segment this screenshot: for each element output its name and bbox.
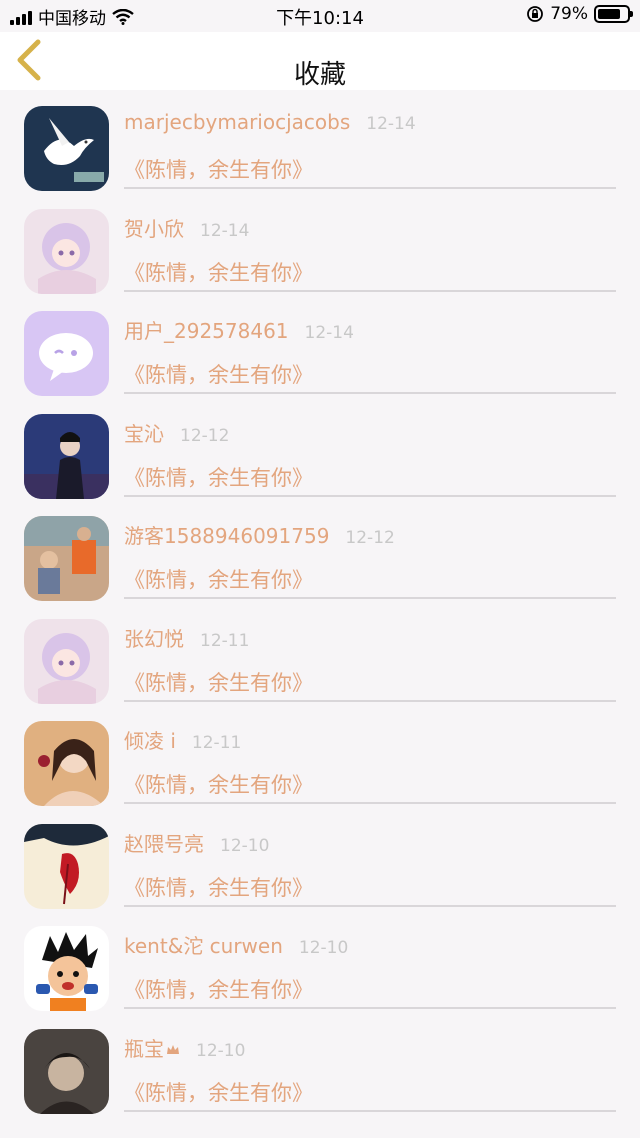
username-text: kent&沱 curwen xyxy=(124,934,283,958)
favorite-date: 12-10 xyxy=(196,1040,246,1061)
username[interactable]: kent&沱 curwen 12-10 xyxy=(124,930,348,959)
username[interactable]: 倾凌 i 12-11 xyxy=(124,725,241,754)
username[interactable]: 游客1588946091759 12-12 xyxy=(124,520,395,549)
cartoon-boy-avatar[interactable] xyxy=(24,926,109,1011)
username-text: 贺小欣 xyxy=(124,216,184,241)
favorite-item[interactable]: 贺小欣 12-14 《陈情，余生有你》 xyxy=(0,205,640,307)
children-photo-avatar[interactable] xyxy=(24,516,109,601)
username-text: 宝沁 xyxy=(124,421,164,446)
book-title-link[interactable]: 《陈情，余生有你》 xyxy=(124,974,313,1004)
battery-icon xyxy=(594,5,633,23)
favorite-item[interactable]: 瓶宝 12-10 《陈情，余生有你》 xyxy=(0,1025,640,1127)
nav-bar: 收藏 xyxy=(0,32,640,90)
username-text: 赵隈号亮 xyxy=(124,831,204,856)
username[interactable]: 张幻悦 12-11 xyxy=(124,623,249,652)
favorite-item[interactable]: marjecbymariocjacobs 12-14 《陈情，余生有你》 xyxy=(0,102,640,204)
book-title-link[interactable]: 《陈情，余生有你》 xyxy=(124,257,313,287)
anime-girl-avatar[interactable] xyxy=(24,208,109,294)
favorite-item[interactable]: 张幻悦 12-11 《陈情，余生有你》 xyxy=(0,615,640,717)
username-text: marjecbymariocjacobs xyxy=(124,110,351,134)
book-title-link[interactable]: 《陈情，余生有你》 xyxy=(124,1077,313,1107)
dark-portrait-avatar[interactable] xyxy=(24,1028,109,1114)
divider xyxy=(124,802,616,804)
favorite-date: 12-12 xyxy=(345,528,395,548)
divider xyxy=(124,494,616,497)
page-title: 收藏 xyxy=(293,60,346,90)
divider xyxy=(124,597,616,599)
book-title-link[interactable]: 《陈情，余生有你》 xyxy=(124,359,313,389)
battery-percent: 79% xyxy=(550,4,588,24)
divider xyxy=(124,187,616,189)
girl-photo-avatar[interactable] xyxy=(24,721,109,806)
favorite-item[interactable]: 用户_292578461 12-14 《陈情，余生有你》 xyxy=(0,307,640,409)
book-title-link[interactable]: 《陈情，余生有你》 xyxy=(124,564,313,594)
username[interactable]: 宝沁 12-12 xyxy=(124,418,229,447)
book-title-link[interactable]: 《陈情，余生有你》 xyxy=(124,667,313,697)
book-title-link[interactable]: 《陈情，余生有你》 xyxy=(124,872,313,902)
dove-avatar[interactable] xyxy=(24,106,109,191)
chat-bubble-avatar[interactable] xyxy=(24,311,109,396)
divider xyxy=(124,699,616,702)
username[interactable]: 瓶宝 12-10 xyxy=(124,1033,245,1062)
username[interactable]: 贺小欣 12-14 xyxy=(124,213,249,242)
book-title-link[interactable]: 《陈情，余生有你》 xyxy=(124,462,313,492)
username[interactable]: marjecbymariocjacobs 12-14 xyxy=(124,110,416,134)
divider xyxy=(124,1007,616,1009)
favorite-date: 12-10 xyxy=(220,835,270,856)
username-text: 倾凌 i xyxy=(124,729,176,753)
favorite-date: 12-14 xyxy=(366,114,416,134)
favorite-item[interactable]: 赵隈号亮 12-10 《陈情，余生有你》 xyxy=(0,820,640,922)
divider xyxy=(124,392,616,394)
favorite-item[interactable]: kent&沱 curwen 12-10 《陈情，余生有你》 xyxy=(0,922,640,1024)
favorite-date: 12-14 xyxy=(304,323,354,343)
favorite-date: 12-11 xyxy=(191,733,242,753)
favorite-date: 12-14 xyxy=(200,220,250,241)
favorite-date: 12-10 xyxy=(298,938,349,958)
username[interactable]: 用户_292578461 12-14 xyxy=(124,315,354,344)
divider xyxy=(124,289,616,292)
username-text: 张幻悦 xyxy=(124,626,184,651)
costume-man-avatar[interactable] xyxy=(24,413,109,499)
book-title-link[interactable]: 《陈情，余生有你》 xyxy=(124,769,313,799)
username-text: 瓶宝 xyxy=(124,1036,164,1061)
book-title-link[interactable]: 《陈情，余生有你》 xyxy=(124,154,313,184)
ink-art-avatar[interactable] xyxy=(24,823,109,909)
favorite-item[interactable]: 宝沁 12-12 《陈情，余生有你》 xyxy=(0,410,640,512)
anime-girl-avatar[interactable] xyxy=(24,618,109,704)
username[interactable]: 赵隈号亮 12-10 xyxy=(124,828,269,857)
favorite-item[interactable]: 游客1588946091759 12-12 《陈情，余生有你》 xyxy=(0,512,640,614)
username-text: 游客1588946091759 xyxy=(124,524,330,548)
favorite-item[interactable]: 倾凌 i 12-11 《陈情，余生有你》 xyxy=(0,717,640,819)
username-text: 用户_292578461 xyxy=(124,319,289,343)
divider xyxy=(124,1109,616,1112)
status-bar: 中国移动 下午10:14 79% xyxy=(0,0,640,32)
crown-icon xyxy=(167,1045,179,1054)
favorite-date: 12-11 xyxy=(200,630,250,651)
rotation-lock-icon xyxy=(527,6,544,22)
divider xyxy=(124,904,616,907)
favorite-date: 12-12 xyxy=(180,425,230,446)
